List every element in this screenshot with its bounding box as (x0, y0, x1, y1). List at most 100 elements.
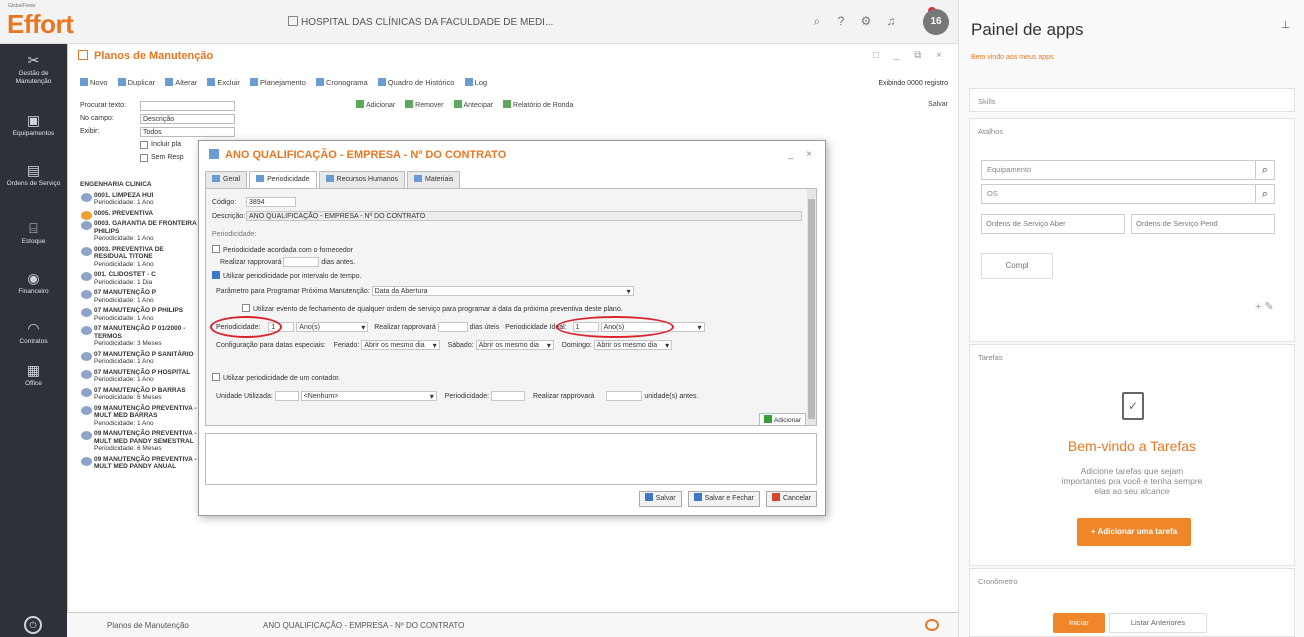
salvar-button[interactable]: Salvar (928, 101, 948, 108)
dialog-cancel-button[interactable]: Cancelar (765, 491, 817, 507)
plans-tree[interactable]: ENGENHARIA CLÍNICA 0001. LIMPEZA HUI Peri… (80, 181, 198, 611)
sidebar-item-estoque[interactable]: ⌸ Estoque (0, 220, 67, 246)
hospital-selector[interactable]: HOSPITAL DAS CLÍNICAS DA FACULDADE DE ME… (288, 16, 553, 28)
add-task-button[interactable]: + Adicionar uma tarefa (1077, 518, 1191, 546)
tree-item[interactable]: 001. CLIDOSTET - C Periodicidade: 1 Dia (81, 271, 198, 286)
sabado-select[interactable]: Abrir os mesmo dia (475, 340, 554, 350)
os-aberta-select[interactable]: Ordens de Serviço Aber (981, 214, 1125, 234)
cronograma-button[interactable]: Cronograma (326, 78, 368, 87)
taskbar-tab-planos[interactable]: Planos de Manutenção (107, 621, 189, 630)
tree-item[interactable]: 09 MANUTENÇÃO PREVENTIVA - MULT MED PAND… (81, 430, 198, 453)
sidebar-item-contratos[interactable]: ◠ Contratos (0, 320, 67, 346)
tree-root[interactable]: ENGENHARIA CLÍNICA (80, 181, 198, 189)
search-icon[interactable]: ⌕ (1255, 184, 1275, 204)
window-controls[interactable]: □ _ ⧉ × (873, 50, 948, 61)
tree-item[interactable]: 09 MANUTENÇÃO PREVENTIVA - MULT MED BARR… (81, 405, 198, 428)
sidebar-item-equipamentos[interactable]: ▣ Equipamentos (0, 112, 67, 138)
feriado-select[interactable]: Abrir os mesmo dia (361, 340, 440, 350)
dialog-title: ANO QUALIFICAÇÃO - EMPRESA - Nº DO CONTR… (209, 149, 506, 161)
tab-materiais[interactable]: Materiais (407, 171, 461, 188)
descricao-field[interactable]: ANO QUALIFICAÇÃO - EMPRESA - Nº DO CONTR… (246, 211, 802, 221)
taskbar-tab-dialog[interactable]: ANO QUALIFICAÇÃO - EMPRESA - Nº DO CONTR… (263, 621, 464, 630)
sem-resp-checkbox[interactable] (140, 153, 148, 162)
planejamento-button[interactable]: Planejamento (260, 78, 306, 87)
excluir-button[interactable]: Excluir (217, 78, 240, 87)
parametro-select[interactable]: Data da Abertura (371, 286, 634, 296)
relatorio-button[interactable]: Relatório de Ronda (513, 102, 573, 109)
exibir-select[interactable]: Todos (140, 126, 235, 137)
tree-item[interactable]: 0001. LIMPEZA HUI Periodicidade: 1 Ano (81, 192, 198, 207)
antecipar-button[interactable]: Antecipar (464, 102, 494, 109)
acordada-checkbox[interactable] (212, 245, 220, 253)
alterar-button[interactable]: Alterar (175, 78, 197, 87)
search-icon[interactable]: ⌕ (1255, 160, 1275, 180)
scrollbar[interactable] (807, 189, 816, 425)
tab-geral[interactable]: Geral (205, 171, 248, 188)
dialog-controls[interactable]: _ × (788, 149, 817, 160)
tarefas-text: Adicione tarefas que sejam importantes p… (1061, 466, 1203, 496)
periodicidade-list[interactable] (205, 433, 817, 485)
tree-item[interactable]: 07 MANUTENÇÃO P PHILIPS Periodicidade: 1 … (81, 307, 198, 322)
historico-button[interactable]: Quadro de Histórico (388, 78, 455, 87)
duplicar-button[interactable]: Duplicar (128, 78, 156, 87)
avatar[interactable]: 16 (923, 9, 949, 35)
iniciar-button[interactable]: Iniciar (1053, 613, 1105, 633)
tree-item[interactable]: 07 MANUTENÇÃO P HOSPITAL Periodicidade: 1… (81, 369, 198, 384)
tab-periodicidade[interactable]: Periodicidade (249, 171, 317, 188)
sidebar-item-gestao[interactable]: ✂ Gestão de Manutenção (0, 52, 67, 86)
incluir-checkbox[interactable] (140, 140, 148, 149)
power-icon[interactable]: ⏻ (24, 616, 42, 634)
unidades-antes-field[interactable] (606, 391, 643, 401)
add-shortcut-icon[interactable]: + ✎ (1255, 300, 1274, 313)
dias-uteis-field[interactable] (437, 322, 468, 332)
dias-antes-field[interactable] (283, 257, 320, 267)
evento-checkbox[interactable] (242, 304, 250, 312)
tree-item[interactable]: 0003. GARANTIA DE FRONTEIRA PHILIPS Perio… (81, 220, 198, 243)
os-pendente-select[interactable]: Ordens de Serviço Pend (1131, 214, 1275, 234)
tree-item[interactable]: 09 MANUTENÇÃO PREVENTIVA - MULT MED PAND… (81, 456, 198, 471)
gear-icon[interactable]: ⚙ (859, 14, 873, 28)
tab-recursos[interactable]: Recursos Humanos (318, 171, 406, 188)
sidebar-item-ordens[interactable]: ▤ Ordens de Serviço (0, 162, 67, 188)
os-input[interactable]: OS ⌕ (981, 184, 1275, 204)
domingo-select[interactable]: Abrir os mesmo dia (593, 340, 673, 350)
sidebar-item-office[interactable]: ▦ Office (0, 362, 67, 388)
listar-anteriores-button[interactable]: Listar Anteriores (1109, 613, 1207, 633)
log-button[interactable]: Log (475, 78, 488, 87)
dialog-save-button[interactable]: Salvar (638, 491, 682, 507)
tree-item[interactable]: 07 MANUTENÇÃO P BARRAS Periodicidade: 6 M… (81, 387, 198, 402)
unidade-code-field[interactable] (274, 391, 299, 401)
tree-item[interactable]: 07 MANUTENÇÃO P SANITÁRIO Periodicidade: … (81, 351, 198, 366)
tree-item[interactable]: 0005. PREVENTIVA (81, 210, 198, 219)
sidebar-item-financeiro[interactable]: ◉ Financeiro (0, 270, 67, 296)
intervalo-checkbox[interactable] (212, 271, 220, 279)
main-toolbar: Novo Duplicar Alterar Excluir Planejamen… (80, 78, 487, 87)
field-select[interactable]: Descrição (140, 113, 235, 124)
panel-welcome: Bem vindo aos meus apps (971, 54, 1054, 61)
chat-icon[interactable] (925, 619, 939, 631)
contador-checkbox[interactable] (212, 373, 220, 381)
codigo-field[interactable]: 3894 (246, 197, 296, 207)
search-input[interactable] (140, 100, 235, 111)
unidade-select[interactable]: <Nenhum> (300, 391, 437, 401)
pin-icon[interactable]: ⊥ (1281, 20, 1290, 31)
dialog-save-close-button[interactable]: Salvar e Fechar (687, 491, 760, 507)
help-icon[interactable]: ? (834, 14, 848, 28)
skills-card[interactable]: Skills (969, 88, 1295, 112)
tree-item[interactable]: 07 MANUTENÇÃO P Periodicidade: 1 Ano (81, 289, 198, 304)
page-title: Planos de Manutenção (78, 50, 213, 62)
effort-logo[interactable]: Effort (7, 9, 74, 40)
equipamento-input[interactable]: Equipamento ⌕ (981, 160, 1275, 180)
compl-shortcut[interactable]: Compl (981, 253, 1053, 279)
tree-item[interactable]: 0003. PREVENTIVA DE RESIDUAL TITONE Perio… (81, 246, 198, 269)
adicionar-periodo-button[interactable]: Adicionar (758, 413, 806, 426)
tree-item[interactable]: 07 MANUTENÇÃO P 01/2000 - TERMOS Periodic… (81, 325, 198, 348)
periodicidade-contador-field[interactable] (491, 391, 525, 401)
novo-button[interactable]: Novo (90, 78, 108, 87)
remover-button[interactable]: Remover (415, 102, 443, 109)
periodicidade-unit-select[interactable]: Ano(s) (296, 322, 369, 332)
monitor-icon: ▣ (26, 112, 41, 128)
adicionar-button[interactable]: Adicionar (366, 102, 395, 109)
search-icon[interactable]: ⌕ (810, 14, 824, 28)
bell-icon[interactable]: ♫ (884, 14, 898, 28)
